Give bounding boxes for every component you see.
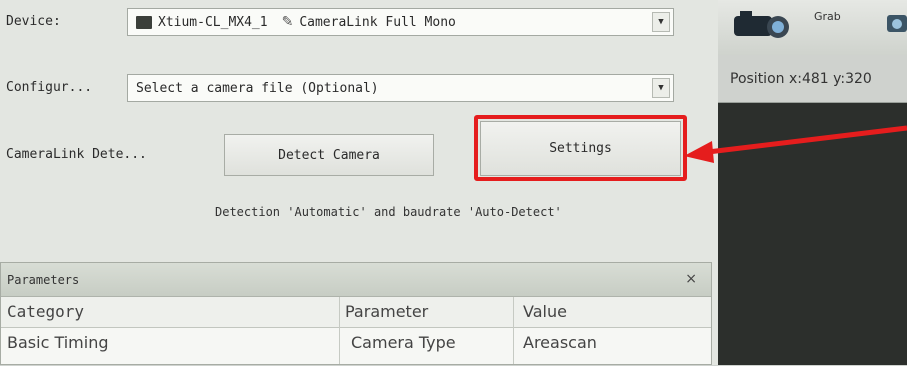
camera-grab-icon[interactable] xyxy=(732,8,790,40)
table-row[interactable]: Basic Timing Camera Type Areascan xyxy=(1,327,711,366)
view-toolbar: Grab xyxy=(718,0,907,56)
close-icon[interactable]: × xyxy=(685,271,697,287)
snap-icon[interactable] xyxy=(886,12,907,34)
chevron-down-icon[interactable]: ▼ xyxy=(652,12,670,32)
parameters-table-header: Category Parameter Value xyxy=(1,297,711,328)
parameters-panel: Parameters × Category Parameter Value Ba… xyxy=(0,262,712,365)
camera-config-icon: ✎ xyxy=(281,14,294,30)
device-config-value: CameraLink Full Mono xyxy=(299,14,456,30)
chevron-down-icon[interactable]: ▼ xyxy=(652,78,670,98)
board-icon xyxy=(136,15,152,29)
row-parameter: Camera Type xyxy=(351,333,456,352)
detection-status-text: Detection 'Automatic' and baudrate 'Auto… xyxy=(215,205,562,219)
board-name: Xtium-CL_MX4_1 xyxy=(158,14,268,30)
device-label: Device: xyxy=(6,14,61,29)
config-file-value: Select a camera file (Optional) xyxy=(136,80,379,96)
config-file-select[interactable]: Select a camera file (Optional) ▼ xyxy=(127,74,674,102)
device-select[interactable]: Xtium-CL_MX4_1 ✎ CameraLink Full Mono ▼ xyxy=(127,8,674,36)
cameralink-detection-label: CameraLink Dete... xyxy=(6,147,147,162)
acquisition-panel: Device: Xtium-CL_MX4_1 ✎ CameraLink Full… xyxy=(0,0,719,365)
grab-label[interactable]: Grab xyxy=(814,10,841,23)
image-view-panel: Grab Position x:481 y:320 xyxy=(718,0,907,365)
detect-camera-button[interactable]: Detect Camera xyxy=(224,134,434,176)
column-header-category[interactable]: Category xyxy=(7,302,84,321)
cursor-position-status: Position x:481 y:320 xyxy=(718,55,907,103)
row-value: Areascan xyxy=(523,333,597,352)
column-header-value[interactable]: Value xyxy=(523,302,567,321)
parameters-title-bar: Parameters × xyxy=(1,263,711,297)
parameters-title: Parameters xyxy=(7,272,80,287)
column-header-parameter[interactable]: Parameter xyxy=(345,302,428,321)
settings-highlight-box xyxy=(474,115,687,181)
config-file-label: Configur... xyxy=(6,80,93,95)
row-category: Basic Timing xyxy=(7,333,109,352)
